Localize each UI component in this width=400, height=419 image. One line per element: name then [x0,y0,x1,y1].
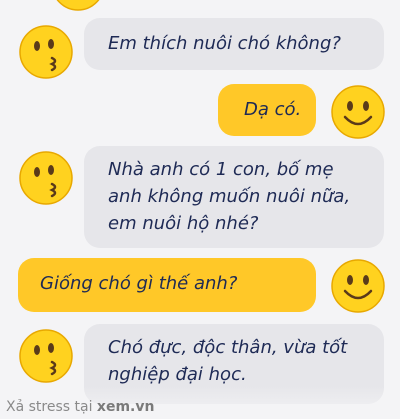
message-text: Em thích nuôi chó không? [108,33,341,54]
smiling-face-icon [330,84,386,140]
message-line: Nhà anh có 1 con, bố mẹ [108,159,334,180]
message-line: anh không muốn nuôi nữa, [108,186,351,207]
watermark-prefix: Xả stress tại [6,399,97,415]
message-bubble-outgoing: Giống chó gì thế anh? [18,258,316,312]
watermark-bar: Xả stress tại xem.vn [0,386,400,419]
kissing-face-icon [18,24,74,80]
watermark-site: xem.vn [96,399,155,415]
message-bubble-outgoing: Dạ có. [218,84,316,136]
kissing-face-icon [18,150,74,206]
message-bubble-incoming: Nhà anh có 1 con, bố mẹ anh không muốn n… [84,146,384,248]
message-text: Dạ có. [244,99,302,120]
smiling-face-icon [330,258,386,314]
message-line: em nuôi hộ nhé? [108,213,259,234]
message-line: Chó đực, độc thân, vừa tốt [108,337,348,358]
message-line: nghiệp đại học. [108,364,247,385]
kissing-face-icon [50,0,106,12]
message-text: Giống chó gì thế anh? [40,273,238,294]
message-bubble-incoming: Em thích nuôi chó không? [84,18,384,70]
kissing-face-icon [18,328,74,384]
watermark: Xả stress tại xem.vn [6,399,154,415]
